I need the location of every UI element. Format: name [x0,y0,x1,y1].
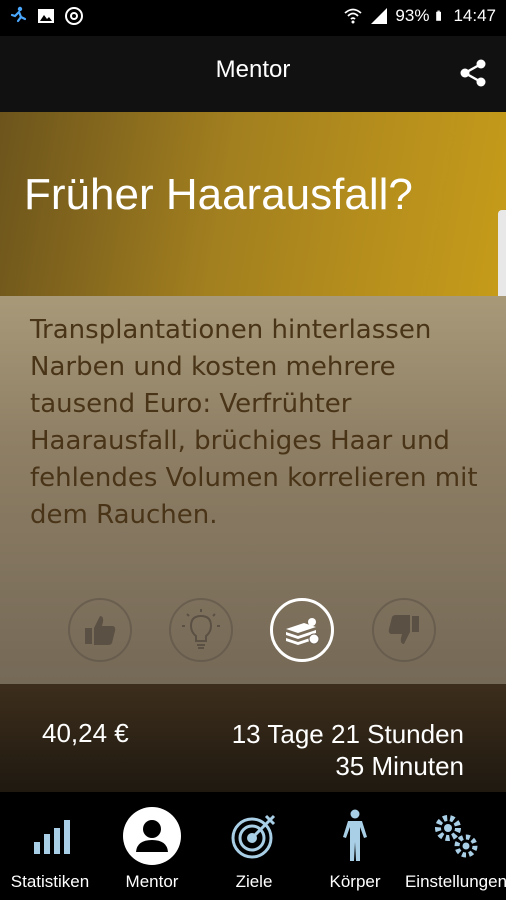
like-button[interactable] [68,598,132,662]
article-body: Transplantationen hinterlassen Narben un… [30,315,478,530]
nav-item-statistiken[interactable]: Statistiken [0,792,100,900]
article-headline: Früher Haarausfall? [24,170,413,219]
nav-item-einstellungen[interactable]: Einstellungen [404,792,506,900]
stats-bar: 40,24 € 13 Tage 21 Stunden 35 Minuten [0,684,506,792]
status-bar: 93% 14:47 [0,0,506,36]
nav-label: Körper [329,872,381,891]
signal-icon [371,8,388,24]
share-icon[interactable] [458,58,488,88]
thumbs-up-icon [85,616,116,645]
saved-money: 40,24 € [42,718,129,748]
bar-chart-icon [34,820,70,854]
nav-item-ziele[interactable]: Ziele [204,792,304,900]
target-icon [231,814,276,859]
headline-banner: Früher Haarausfall? [0,112,506,296]
nav-label: Einstellungen [404,872,506,891]
page-title: Mentor [215,56,291,83]
nav-item-mentor[interactable]: Mentor [102,792,202,900]
nav-label: Mentor [125,872,179,891]
image-icon [38,9,54,23]
battery-percent: 93% [395,6,430,25]
app-screen: 93% 14:47 Mentor Früher Haarausfall? Tra… [0,0,506,900]
clock: 14:47 [453,6,496,25]
time-line-2: 35 Minuten [335,751,464,781]
nav-label: Statistiken [10,872,90,891]
tip-button[interactable] [169,598,233,662]
smoke-free-time: 13 Tage 21 Stunden 35 Minuten [232,718,464,782]
savings-button[interactable] [270,598,334,662]
battery-icon [436,10,442,21]
action-row [0,598,506,668]
mentor-card: Früher Haarausfall? Transplantationen hi… [0,112,506,684]
thumbs-down-icon [388,615,419,644]
app-header: Mentor [0,36,506,112]
time-line-1: 13 Tage 21 Stunden [231,719,464,749]
nav-label: Ziele [235,872,273,891]
dislike-button[interactable] [372,598,436,662]
nav-item-koerper[interactable]: Körper [305,792,405,900]
gears-icon [435,815,478,858]
runner-icon [10,6,27,23]
power-icon [65,7,83,25]
body-icon [343,809,367,861]
wifi-icon [344,8,363,24]
money-icon [286,618,320,645]
lightbulb-icon [182,609,220,649]
person-icon [123,807,181,865]
bottom-nav: Statistiken Mentor Ziele Körper Einstell… [0,792,506,900]
